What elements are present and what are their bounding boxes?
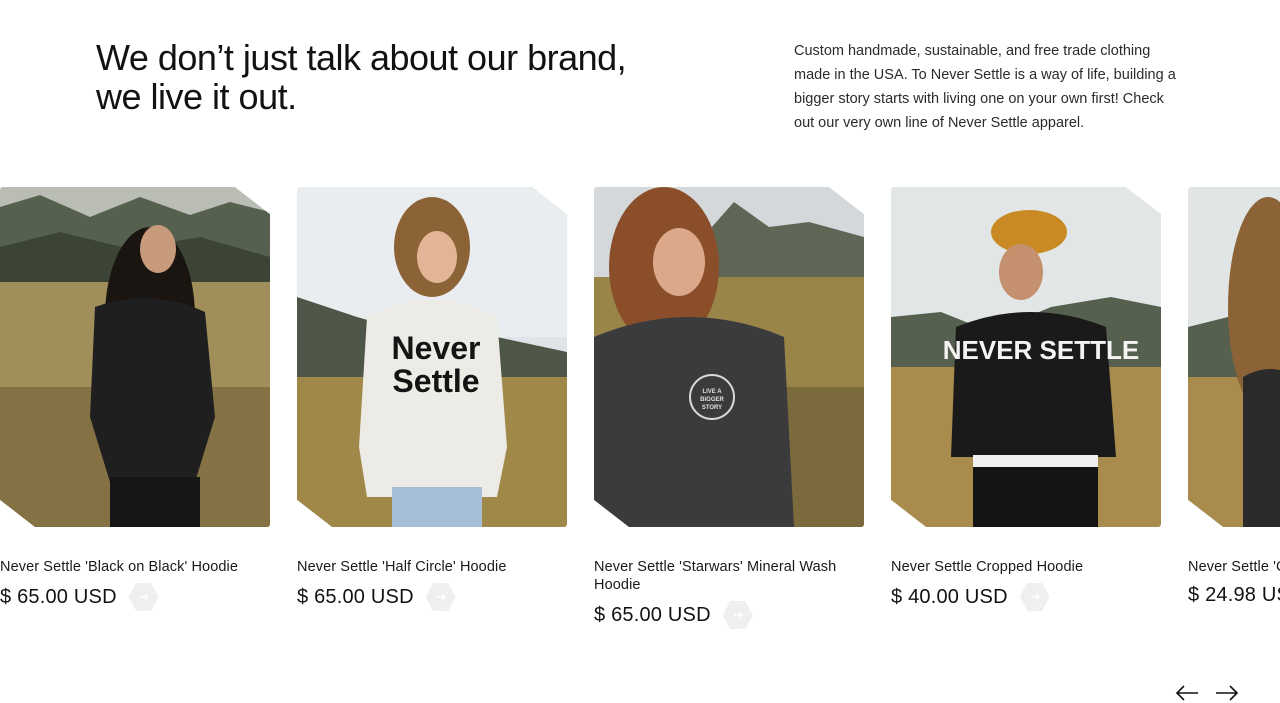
price-row: $ 24.98 US [1188, 583, 1280, 607]
svg-text:NEVER SETTLE: NEVER SETTLE [943, 335, 1139, 365]
svg-text:BIGGER: BIGGER [700, 397, 724, 403]
svg-text:Never: Never [392, 330, 481, 366]
product-price: $ 40.00 USD [891, 586, 1008, 608]
product-image[interactable]: LIVE A BIGGER STORY [594, 187, 864, 527]
product-title[interactable]: Never Settle 'Black on Black' Hoodie [0, 558, 262, 576]
product-title[interactable]: Never Settle 'Starwars' Mineral Wash Hoo… [594, 558, 856, 594]
add-to-cart-button[interactable] [128, 583, 159, 611]
add-to-cart-button[interactable] [722, 601, 753, 629]
product-card-cropped[interactable]: NEVER SETTLE Never Settle Cropped Hoodie… [891, 187, 1161, 611]
arrow-right-icon [139, 593, 149, 601]
carousel-next-button[interactable] [1214, 683, 1240, 703]
svg-text:Settle: Settle [392, 363, 479, 399]
section-headline: We don’t just talk about our brand, we l… [96, 38, 696, 116]
product-photo-hoodie-black [0, 187, 270, 527]
product-card-starwars[interactable]: LIVE A BIGGER STORY Never Settle 'Starwa… [594, 187, 864, 629]
carousel-navigation [1174, 683, 1240, 703]
product-card-half-circle[interactable]: Never Settle Never Settle 'Half Circle' … [297, 187, 567, 611]
product-price: $ 24.98 US [1188, 584, 1280, 606]
price-row: $ 65.00 USD [297, 583, 567, 611]
price-row: $ 65.00 USD [0, 583, 270, 611]
product-card-partial[interactable]: Never Settle 'C $ 24.98 US [1188, 187, 1280, 607]
arrow-right-icon [436, 593, 446, 601]
svg-text:STORY: STORY [702, 405, 722, 411]
product-image[interactable] [0, 187, 270, 527]
headline-line-2: we live it out. [96, 76, 297, 117]
arrow-left-icon [1175, 685, 1198, 701]
product-price: $ 65.00 USD [594, 604, 711, 626]
arrow-right-icon [1216, 685, 1239, 701]
product-image[interactable] [1188, 187, 1280, 527]
product-photo-hoodie-mineral-wash: LIVE A BIGGER STORY [594, 187, 864, 527]
product-carousel: Never Settle 'Black on Black' Hoodie $ 6… [0, 187, 1280, 647]
svg-text:LIVE A: LIVE A [702, 389, 722, 395]
product-title[interactable]: Never Settle 'C [1188, 558, 1280, 576]
product-title[interactable]: Never Settle 'Half Circle' Hoodie [297, 558, 559, 576]
product-price: $ 65.00 USD [0, 586, 117, 608]
headline-line-1: We don’t just talk about our brand, [96, 37, 627, 78]
price-row: $ 65.00 USD [594, 601, 864, 629]
product-photo-hoodie-cream: Never Settle [297, 187, 567, 527]
carousel-prev-button[interactable] [1174, 683, 1200, 703]
intro-section: We don’t just talk about our brand, we l… [0, 0, 1280, 180]
product-image[interactable]: NEVER SETTLE [891, 187, 1161, 527]
arrow-right-icon [1030, 593, 1040, 601]
product-photo-hoodie-cropped: NEVER SETTLE [891, 187, 1161, 527]
section-description: Custom handmade, sustainable, and free t… [794, 43, 1176, 131]
add-to-cart-button[interactable] [1019, 583, 1050, 611]
product-photo-partial [1188, 187, 1280, 527]
product-price: $ 65.00 USD [297, 586, 414, 608]
price-row: $ 40.00 USD [891, 583, 1161, 611]
product-card-black-on-black[interactable]: Never Settle 'Black on Black' Hoodie $ 6… [0, 187, 270, 611]
arrow-right-icon [733, 611, 743, 619]
add-to-cart-button[interactable] [425, 583, 456, 611]
product-image[interactable]: Never Settle [297, 187, 567, 527]
product-title[interactable]: Never Settle Cropped Hoodie [891, 558, 1153, 576]
